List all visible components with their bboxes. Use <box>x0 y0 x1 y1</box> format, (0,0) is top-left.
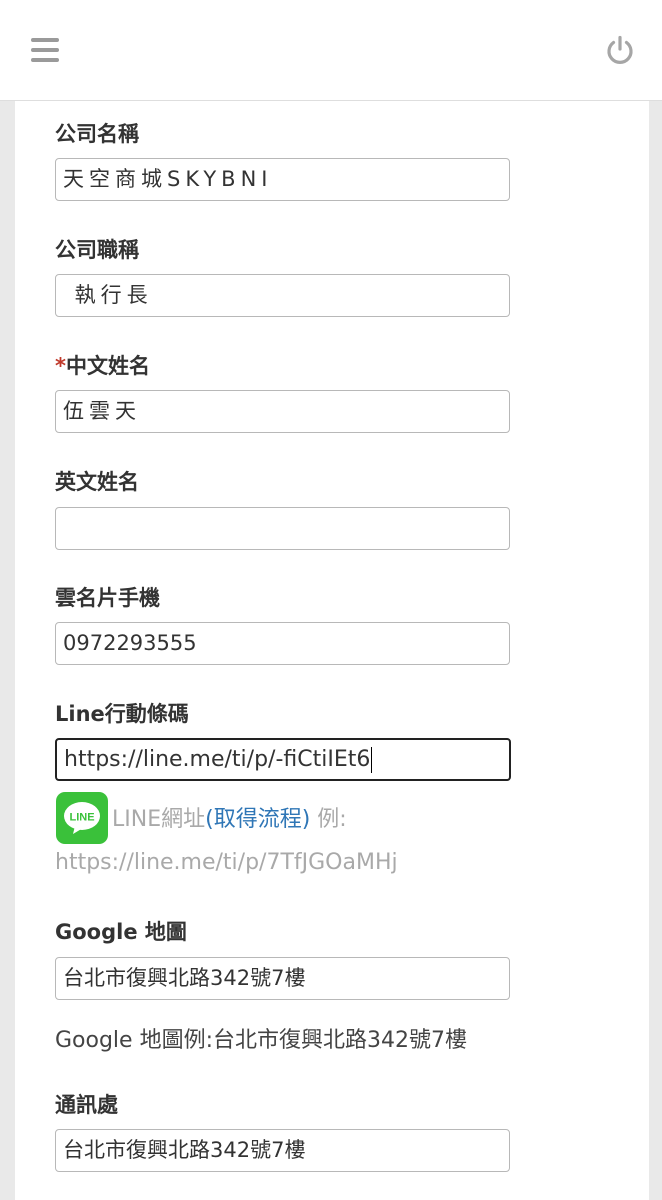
company-name-input[interactable]: 天空商城SKYBNI <box>55 158 510 201</box>
english-name-input[interactable] <box>55 507 510 550</box>
hamburger-menu-icon[interactable] <box>31 38 59 62</box>
mobile-input[interactable]: 0972293555 <box>55 622 510 665</box>
line-hint-suffix: 例: <box>310 807 347 832</box>
line-icon-text: LINE <box>69 812 94 824</box>
top-bar <box>0 0 662 101</box>
google-map-label: Google 地圖 <box>55 920 187 944</box>
line-code-input[interactable]: https://line.me/ti/p/-fiCtiIEt6 <box>55 738 511 781</box>
english-name-label: 英文姓名 <box>55 470 139 494</box>
mobile-label: 雲名片手機 <box>55 586 160 610</box>
line-hint: LINE網址(取得流程) 例: <box>112 801 347 833</box>
address-label: 通訊處 <box>55 1093 118 1117</box>
google-map-input[interactable]: 台北市復興北路342號7樓 <box>55 957 510 1000</box>
power-icon[interactable] <box>604 34 636 66</box>
chinese-name-input[interactable]: 伍雲天 <box>55 390 510 433</box>
required-mark: * <box>55 354 66 378</box>
text-caret <box>371 747 373 773</box>
line-app-icon: LINE <box>56 792 108 844</box>
address-input[interactable]: 台北市復興北路342號7樓 <box>55 1129 510 1172</box>
line-code-value: https://line.me/ti/p/-fiCtiIEt6 <box>64 747 371 772</box>
line-code-label: Line行動條碼 <box>55 702 189 726</box>
company-name-label: 公司名稱 <box>55 122 139 146</box>
line-hint-prefix: LINE網址 <box>112 807 206 832</box>
company-title-input[interactable]: 執行長 <box>55 274 510 317</box>
chinese-name-label-text: 中文姓名 <box>65 354 150 378</box>
line-example-url: https://line.me/ti/p/7TfJGOaMHj <box>55 850 398 875</box>
google-map-example: Google 地圖例:台北市復興北路342號7樓 <box>55 1028 467 1053</box>
chinese-name-label: *中文姓名 <box>55 350 150 380</box>
company-title-label: 公司職稱 <box>55 238 139 262</box>
get-process-link[interactable]: (取得流程) <box>205 807 310 832</box>
